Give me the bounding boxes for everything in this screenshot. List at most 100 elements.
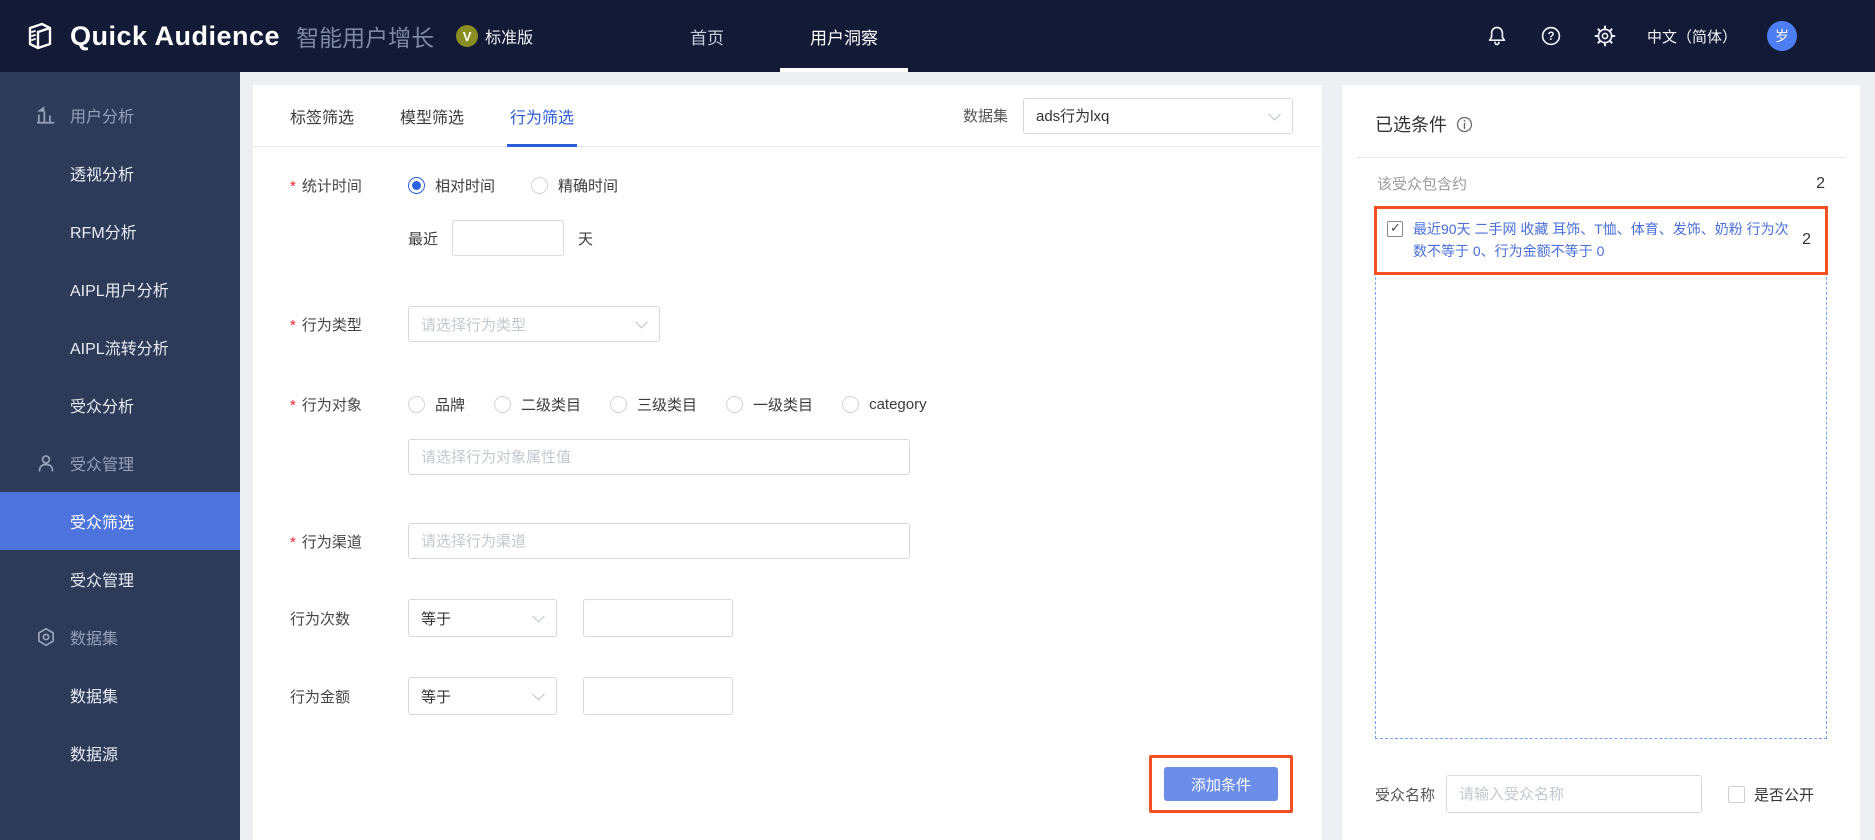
product-name: 智能用户增长 (296, 25, 435, 51)
filter-tabs-row: 标签筛选 模型筛选 行为筛选 数据集 ads行为lxq (253, 85, 1322, 147)
edition-badge: V 标准版 (456, 24, 533, 48)
sidebar-section-label: 数据集 (70, 631, 119, 648)
selected-conditions-title: 已选条件 (1375, 115, 1447, 135)
sidebar-section-audience-management[interactable]: 受众管理 (0, 434, 240, 492)
audience-approx-count: 2 (1816, 174, 1825, 192)
object-option-brand[interactable]: 品牌 (408, 394, 465, 415)
chevron-down-icon (532, 609, 545, 623)
bar-chart-icon (37, 106, 55, 124)
quick-audience-logo-icon (28, 22, 52, 50)
behavior-object-input[interactable] (408, 439, 910, 475)
dataset-group: 数据集 ads行为lxq (962, 97, 1293, 134)
chevron-down-icon (635, 315, 648, 329)
topbar-right: ? 中文（简体） 岁 (1485, 21, 1875, 51)
category3-label: 三级类目 (637, 397, 698, 414)
relative-time-label: 相对时间 (435, 178, 496, 195)
dataset-select[interactable]: ads行为lxq (1023, 97, 1293, 134)
sidebar-section-dataset[interactable]: 数据集 (0, 608, 240, 666)
sidebar-item-aipl-flow-analysis[interactable]: AIPL流转分析 (0, 318, 240, 376)
behavior-type-label: 行为类型 (290, 314, 408, 335)
brand-label: 品牌 (435, 397, 466, 414)
behavior-amount-label: 行为金额 (290, 688, 351, 706)
sidebar-item-perspective-analysis[interactable]: 透视分析 (0, 144, 240, 202)
exact-time-label: 精确时间 (558, 178, 619, 195)
tab-model-filter[interactable]: 模型筛选 (400, 85, 464, 146)
edition-v-icon: V (456, 25, 479, 47)
svg-text:?: ? (1547, 31, 1554, 43)
brand-radio[interactable] (408, 396, 425, 413)
sidebar-item-audience-management[interactable]: 受众管理 (0, 550, 240, 608)
recent-days-input[interactable] (452, 220, 565, 256)
nav-user-insight[interactable]: 用户洞察 (780, 0, 908, 72)
public-checkbox[interactable] (1728, 785, 1746, 803)
conditions-dropzone: 最近90天 二手网 收藏 耳饰、T恤、体育、发饰、奶粉 行为次数不等于 0、行为… (1374, 206, 1828, 739)
logo-text: Quick Audience (70, 20, 281, 51)
behavior-type-placeholder: 请选择行为类型 (421, 316, 527, 334)
condition-text[interactable]: 最近90天 二手网 收藏 耳饰、T恤、体育、发饰、奶粉 行为次数不等于 0、行为… (1413, 218, 1790, 263)
sidebar-section-user-analysis[interactable]: 用户分析 (0, 86, 240, 144)
bell-icon[interactable] (1485, 24, 1509, 48)
behavior-object-label: 行为对象 (290, 394, 408, 415)
user-icon (38, 455, 54, 472)
behavior-type-select[interactable]: 请选择行为类型 (408, 306, 660, 342)
condition-item[interactable]: 最近90天 二手网 收藏 耳饰、T恤、体育、发饰、奶粉 行为次数不等于 0、行为… (1374, 206, 1828, 275)
category-label: category (869, 396, 927, 413)
behavior-amount-input[interactable] (583, 677, 733, 715)
sidebar-item-audience-analysis[interactable]: 受众分析 (0, 376, 240, 434)
category-radio[interactable] (842, 396, 860, 413)
category1-radio[interactable] (726, 396, 744, 413)
sidebar-item-aipl-user-analysis[interactable]: AIPL用户分析 (0, 260, 240, 318)
condition-count: 2 (1802, 231, 1811, 249)
audience-name-label: 受众名称 (1375, 786, 1436, 804)
category2-radio[interactable] (494, 396, 512, 413)
exact-time-radio[interactable] (531, 177, 549, 194)
object-option-category3[interactable]: 三级类目 (610, 394, 697, 415)
language-selector[interactable]: 中文（简体） (1647, 26, 1737, 47)
avatar[interactable]: 岁 (1767, 21, 1797, 51)
amount-operator-value: 等于 (421, 688, 452, 706)
object-option-category1[interactable]: 一级类目 (726, 394, 813, 415)
category3-radio[interactable] (610, 396, 628, 413)
exact-time-option[interactable]: 精确时间 (531, 175, 618, 196)
relative-time-radio[interactable] (408, 177, 425, 194)
behavior-count-input[interactable] (583, 599, 733, 637)
sidebar-item-rfm-analysis[interactable]: RFM分析 (0, 202, 240, 260)
sidebar-item-audience-filter[interactable]: 受众筛选 (0, 492, 240, 550)
selected-conditions-panel: 已选条件 该受众包含约 2 最近90天 二手网 收藏 耳饰、T恤、体育、发饰、奶… (1342, 85, 1860, 840)
behavior-amount-operator-select[interactable]: 等于 (408, 677, 557, 715)
chevron-down-icon (1268, 107, 1281, 121)
nav-home[interactable]: 首页 (690, 0, 724, 72)
behavior-count-operator-select[interactable]: 等于 (408, 599, 557, 637)
help-icon[interactable]: ? (1539, 24, 1563, 48)
condition-checkbox[interactable] (1387, 220, 1403, 237)
stat-time-label: 统计时间 (290, 175, 408, 196)
sidebar-section-label: 用户分析 (70, 109, 135, 126)
chevron-down-icon (532, 687, 545, 701)
tab-behavior-filter[interactable]: 行为筛选 (507, 85, 578, 147)
relative-time-option[interactable]: 相对时间 (408, 175, 495, 196)
gear-icon[interactable] (1593, 24, 1617, 48)
object-option-category[interactable]: category (842, 396, 927, 413)
annotation-highlight-box: 添加条件 (1149, 755, 1293, 813)
sidebar-item-datasource[interactable]: 数据源 (0, 724, 240, 782)
day-unit-label: 天 (578, 230, 594, 248)
tab-tag-filter[interactable]: 标签筛选 (290, 85, 354, 146)
edition-label: 标准版 (485, 30, 534, 47)
topbar: Quick Audience 智能用户增长 V 标准版 首页 用户洞察 ? 中文… (0, 0, 1875, 72)
info-circle-icon[interactable] (1456, 116, 1473, 133)
dataset-label: 数据集 (962, 108, 1008, 125)
brand: Quick Audience 智能用户增长 V 标准版 (22, 18, 533, 54)
behavior-count-label: 行为次数 (290, 610, 351, 628)
object-option-category2[interactable]: 二级类目 (494, 394, 581, 415)
audience-approx-label: 该受众包含约 (1377, 176, 1468, 193)
recent-label: 最近 (408, 230, 439, 248)
add-condition-button[interactable]: 添加条件 (1164, 767, 1278, 801)
category1-label: 一级类目 (753, 397, 814, 414)
hexagon-nut-icon (38, 627, 54, 647)
sidebar-section-label: 受众管理 (70, 457, 135, 474)
audience-name-input[interactable] (1446, 775, 1703, 813)
filter-panel: 标签筛选 模型筛选 行为筛选 数据集 ads行为lxq 统计时间 相对时间 精确… (253, 85, 1322, 840)
behavior-channel-input[interactable] (408, 523, 910, 559)
top-navigation: 首页 用户洞察 (690, 0, 908, 72)
sidebar-item-dataset[interactable]: 数据集 (0, 666, 240, 724)
